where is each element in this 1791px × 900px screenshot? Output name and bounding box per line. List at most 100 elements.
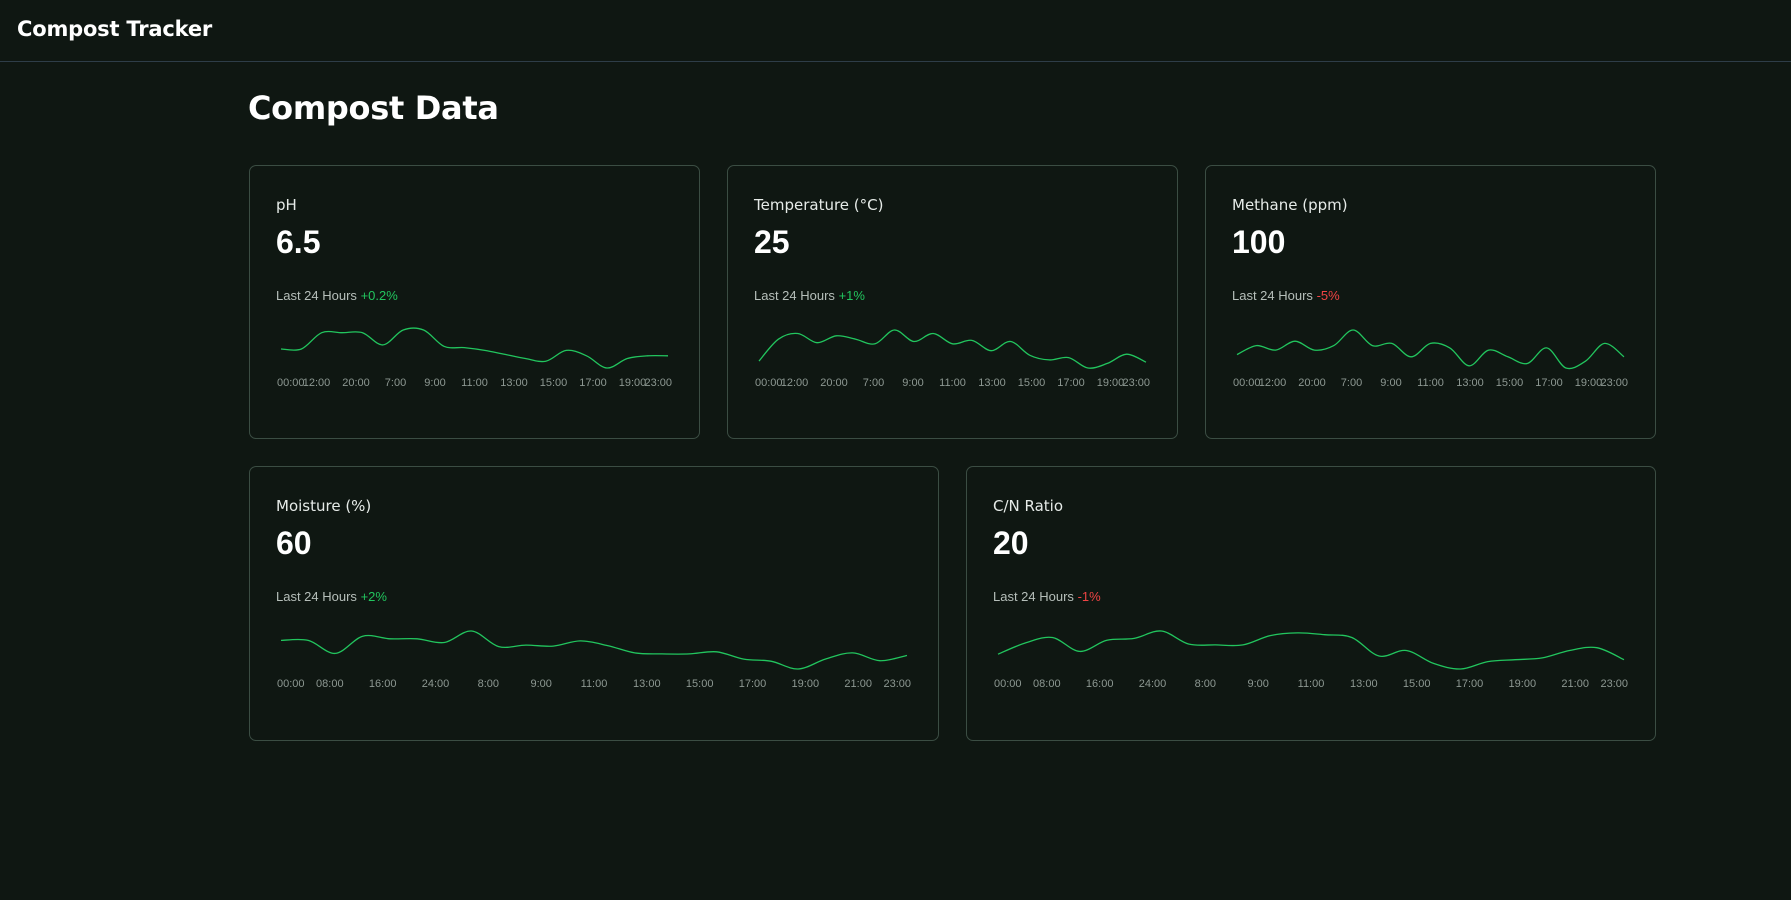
x-tick-label: 15:00 (686, 678, 714, 690)
x-tick-label: 00:00 (1233, 377, 1261, 389)
series-line (280, 630, 908, 670)
x-tick-label: 17:00 (739, 678, 767, 690)
card-title: C/N Ratio (993, 497, 1064, 515)
x-tick-label: 08:00 (316, 678, 344, 690)
x-tick-label: 11:00 (1417, 377, 1444, 389)
x-tick-label: 8:00 (478, 678, 499, 690)
x-tick-label: 8:00 (1195, 678, 1216, 690)
sparkline-chart: 00:00 12:00 20:00 7:00 9:00 11:00 13:00 15:00 17… (754, 324, 1151, 390)
x-tick-label: 24:00 (422, 678, 450, 690)
sparkline-chart: 00:00 12:00 20:00 7:00 9:00 11:00 13:00 15:00 17… (1232, 324, 1629, 390)
period-summary: Last 24 Hours -5% (1232, 288, 1340, 303)
x-tick-label: 16:00 (369, 678, 397, 690)
series-line (758, 329, 1147, 369)
x-tick-label: 23:00 (1600, 377, 1628, 389)
x-tick-label: 08:00 (1033, 678, 1061, 690)
period-label: Last 24 Hours (276, 288, 357, 303)
x-tick-label: 00:00 (277, 678, 305, 690)
x-tick-label: 15:00 (1018, 377, 1046, 389)
sparkline-chart: 00:00 08:00 16:00 24:00 8:00 9:00 11:00 13:00 15… (276, 625, 912, 691)
x-tick-label: 15:00 (1403, 678, 1431, 690)
x-tick-label: 21:00 (1561, 678, 1589, 690)
x-tick-label: 9:00 (1380, 377, 1401, 389)
card-value: 25 (754, 224, 790, 260)
x-tick-label: 23:00 (1122, 377, 1150, 389)
series-line (1236, 329, 1625, 370)
x-tick-label: 21:00 (844, 678, 872, 690)
x-tick-label: 11:00 (461, 377, 488, 389)
x-tick-label: 00:00 (755, 377, 783, 389)
card-title: pH (276, 196, 297, 214)
x-tick-label: 16:00 (1086, 678, 1114, 690)
change-badge: +0.2% (360, 288, 398, 303)
x-tick-label: 15:00 (1496, 377, 1524, 389)
app-title[interactable]: Compost Tracker (17, 17, 212, 41)
card-title: Methane (ppm) (1232, 196, 1348, 214)
x-tick-label: 9:00 (1247, 678, 1268, 690)
x-tick-label: 20:00 (820, 377, 848, 389)
card-cn-ratio: C/N Ratio 20 Last 24 Hours -1% 00:00 08:0… (966, 466, 1656, 741)
x-tick-label: 00:00 (994, 678, 1022, 690)
period-label: Last 24 Hours (993, 589, 1074, 604)
x-tick-label: 23:00 (883, 678, 911, 690)
change-badge: +2% (360, 589, 387, 604)
period-label: Last 24 Hours (754, 288, 835, 303)
page-title: Compost Data (248, 89, 499, 127)
period-summary: Last 24 Hours +1% (754, 288, 865, 303)
x-tick-label: 19:00 (1097, 377, 1125, 389)
x-tick-label: 12:00 (1259, 377, 1287, 389)
x-tick-label: 9:00 (530, 678, 551, 690)
x-tick-label: 13:00 (1350, 678, 1378, 690)
x-tick-label: 19:00 (1575, 377, 1603, 389)
period-label: Last 24 Hours (276, 589, 357, 604)
period-summary: Last 24 Hours -1% (993, 589, 1101, 604)
period-label: Last 24 Hours (1232, 288, 1313, 303)
card-value: 100 (1232, 224, 1286, 260)
x-tick-label: 12:00 (781, 377, 809, 389)
x-tick-label: 24:00 (1139, 678, 1167, 690)
x-tick-label: 11:00 (581, 678, 608, 690)
top-bar: Compost Tracker (0, 0, 1791, 62)
x-tick-label: 19:00 (1509, 678, 1537, 690)
x-tick-label: 7:00 (863, 377, 884, 389)
x-tick-label: 20:00 (1298, 377, 1326, 389)
x-tick-label: 13:00 (633, 678, 661, 690)
card-methane: Methane (ppm) 100 Last 24 Hours -5% 00:0… (1205, 165, 1656, 439)
change-badge: -5% (1316, 288, 1340, 303)
card-moisture: Moisture (%) 60 Last 24 Hours +2% 00:00 0… (249, 466, 939, 741)
x-tick-label: 19:00 (619, 377, 647, 389)
card-value: 20 (993, 525, 1029, 561)
x-tick-label: 23:00 (644, 377, 672, 389)
x-tick-label: 13:00 (500, 377, 528, 389)
x-tick-label: 00:00 (277, 377, 305, 389)
card-ph: pH 6.5 Last 24 Hours +0.2% 00:00 12:00 20:… (249, 165, 700, 439)
x-tick-label: 11:00 (1298, 678, 1325, 690)
card-temperature: Temperature (°C) 25 Last 24 Hours +1% 00… (727, 165, 1178, 439)
sparkline-chart: 00:00 12:00 20:00 7:00 9:00 11:00 13:00 15:00 17… (276, 324, 673, 390)
x-tick-label: 17:00 (1535, 377, 1563, 389)
x-tick-label: 7:00 (385, 377, 406, 389)
x-tick-label: 17:00 (1456, 678, 1484, 690)
card-value: 60 (276, 525, 312, 561)
card-value: 6.5 (276, 224, 321, 260)
period-summary: Last 24 Hours +0.2% (276, 288, 398, 303)
x-tick-label: 20:00 (342, 377, 370, 389)
series-line (997, 630, 1625, 670)
x-tick-label: 17:00 (579, 377, 607, 389)
x-tick-label: 9:00 (902, 377, 923, 389)
x-tick-label: 11:00 (939, 377, 966, 389)
x-tick-label: 9:00 (424, 377, 445, 389)
change-badge: +1% (838, 288, 865, 303)
card-title: Moisture (%) (276, 497, 372, 515)
x-tick-label: 12:00 (303, 377, 331, 389)
series-line (280, 327, 669, 369)
change-badge: -1% (1077, 589, 1101, 604)
x-tick-label: 13:00 (978, 377, 1006, 389)
x-tick-label: 19:00 (792, 678, 820, 690)
x-tick-label: 23:00 (1600, 678, 1628, 690)
sparkline-chart: 00:00 08:00 16:00 24:00 8:00 9:00 11:00 13:00 15… (993, 625, 1629, 691)
x-tick-label: 7:00 (1341, 377, 1362, 389)
x-tick-label: 17:00 (1057, 377, 1085, 389)
x-tick-label: 13:00 (1456, 377, 1484, 389)
x-tick-label: 15:00 (540, 377, 568, 389)
